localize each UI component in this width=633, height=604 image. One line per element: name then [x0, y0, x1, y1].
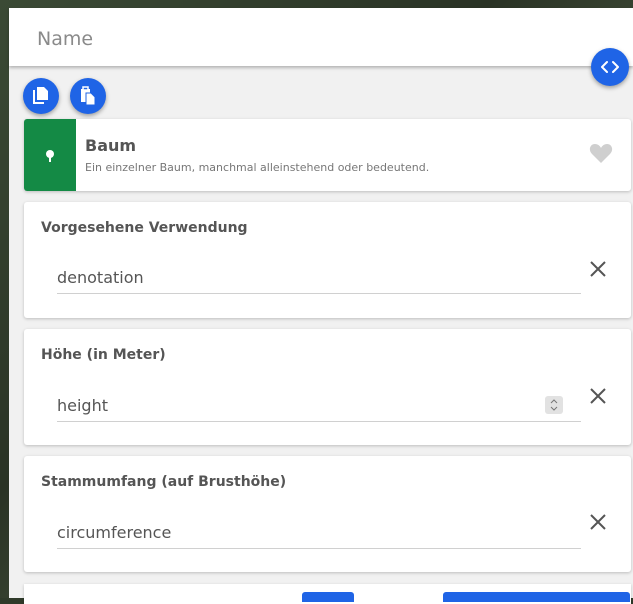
name-bar [9, 8, 633, 66]
paste-icon [81, 86, 96, 106]
denotation-input[interactable] [57, 261, 581, 294]
circumference-input[interactable] [57, 516, 581, 549]
remove-field-icon[interactable] [590, 261, 606, 277]
preset-title: Baum [85, 136, 137, 155]
field-card-height: Höhe (in Meter) [24, 329, 631, 445]
copy-icon [33, 87, 48, 104]
field-label: Stammumfang (auf Brusthöhe) [41, 474, 287, 490]
field-label: Vorgesehene Verwendung [41, 220, 248, 236]
preset-card[interactable]: Baum Ein einzelner Baum, manchmal allein… [24, 119, 631, 191]
bottom-button-partial[interactable] [302, 592, 354, 602]
remove-field-icon[interactable] [590, 388, 606, 404]
paste-button[interactable] [70, 78, 106, 114]
name-input[interactable] [35, 24, 579, 54]
preset-icon-box [24, 119, 76, 191]
bottom-button-wide-partial[interactable] [443, 592, 630, 602]
stepper-arrows-icon [550, 399, 558, 411]
field-card-denotation: Vorgesehene Verwendung [24, 202, 631, 318]
copy-button[interactable] [23, 78, 59, 114]
field-card-circumference: Stammumfang (auf Brusthöhe) [24, 456, 631, 572]
toggle-code-button[interactable] [591, 48, 629, 86]
remove-field-icon[interactable] [590, 514, 606, 530]
code-brackets-icon [601, 61, 619, 73]
preset-description: Ein einzelner Baum, manchmal alleinstehe… [85, 161, 430, 174]
field-label: Höhe (in Meter) [41, 347, 166, 363]
height-input[interactable] [57, 389, 581, 422]
tree-icon [46, 149, 54, 162]
favorite-heart-icon[interactable] [589, 142, 613, 164]
number-stepper[interactable] [545, 396, 563, 414]
